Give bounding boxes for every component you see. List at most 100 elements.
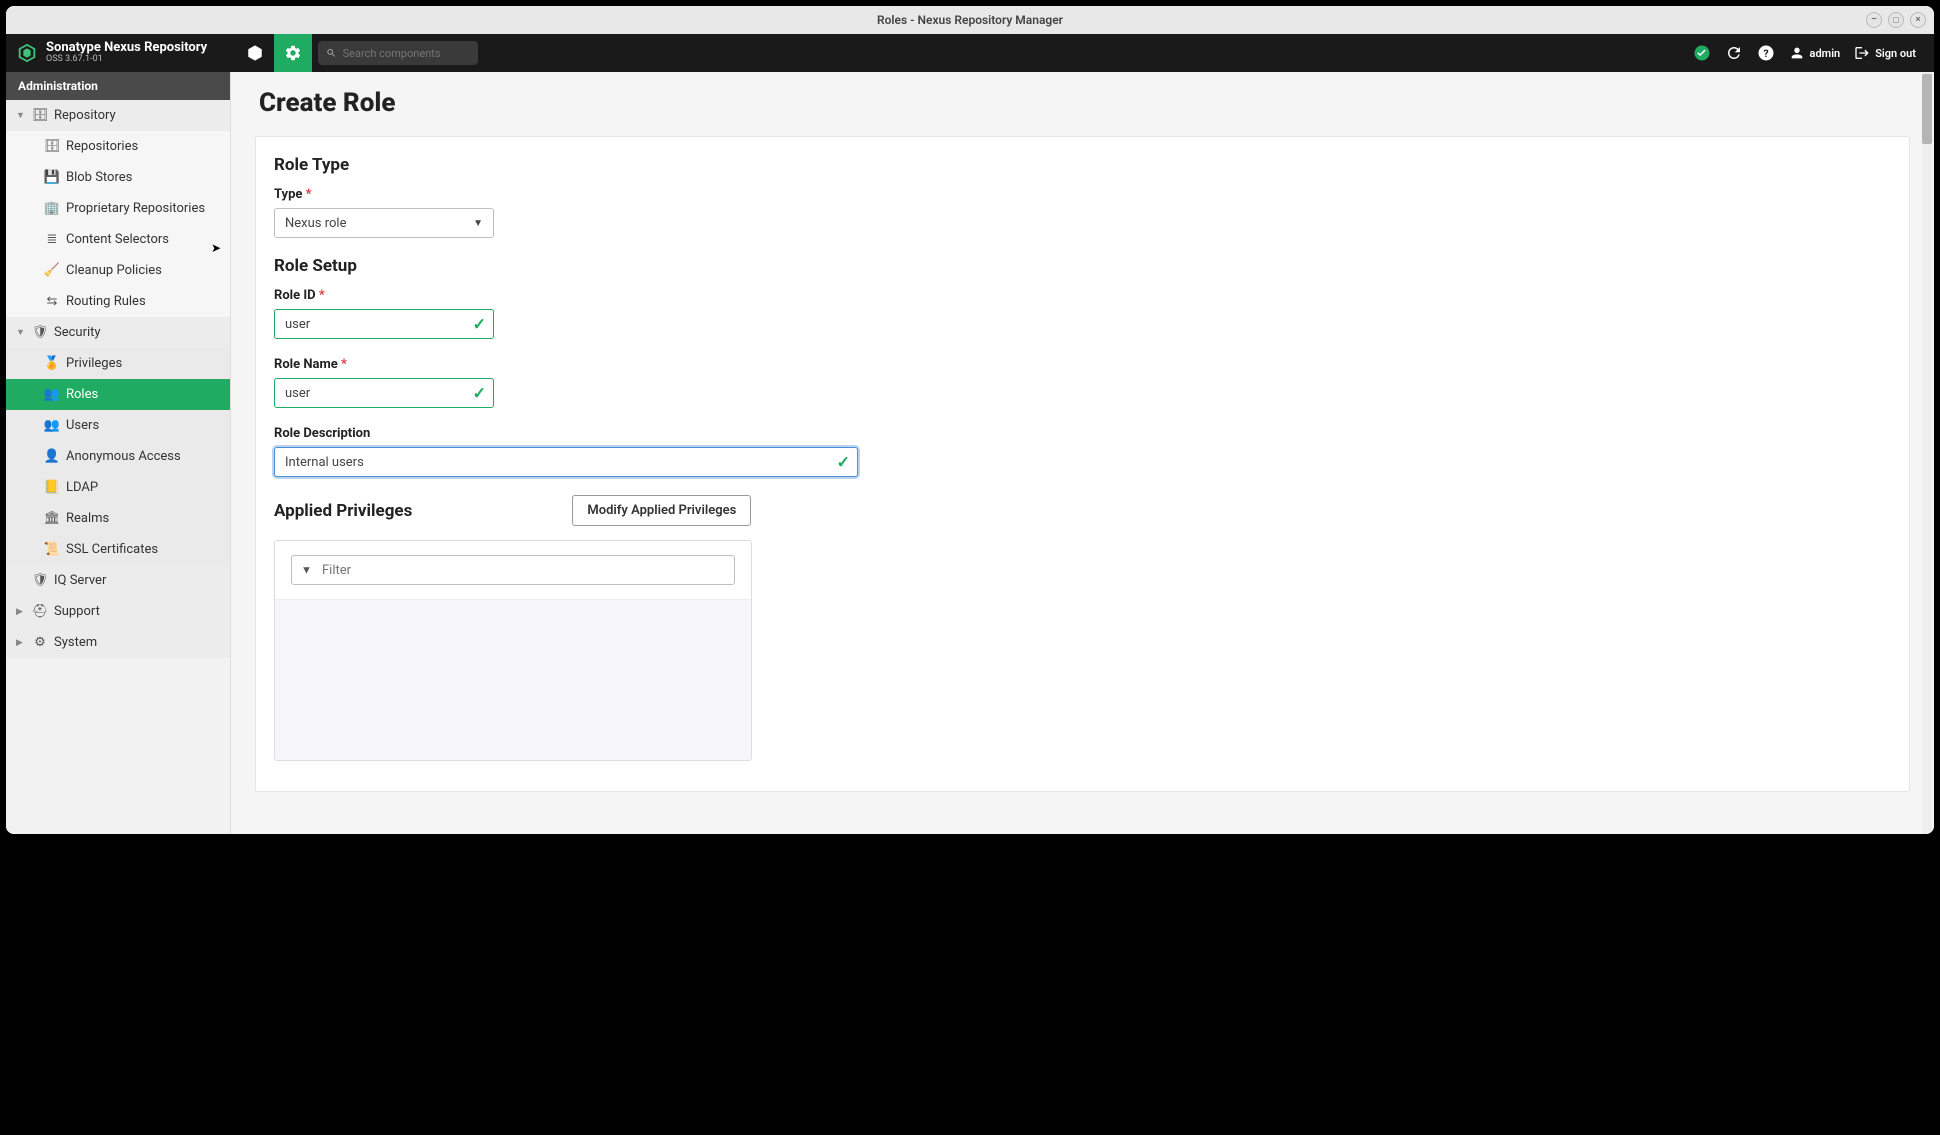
- user-icon: [1789, 45, 1805, 61]
- sidebar-item-realms[interactable]: 🏛 Realms: [6, 503, 230, 534]
- browse-icon[interactable]: [236, 34, 274, 72]
- chevron-down-icon: ▼: [16, 110, 26, 121]
- sidebar-item-label: SSL Certificates: [66, 542, 158, 557]
- role-name-input[interactable]: [274, 378, 494, 408]
- sidebar-item-label: Repositories: [66, 139, 138, 154]
- users-icon: 👥: [44, 418, 60, 433]
- role-setup-heading: Role Setup: [274, 256, 1891, 276]
- chevron-down-icon: ▼: [16, 327, 26, 338]
- sidebar-item-label: Support: [54, 604, 100, 619]
- titlebar: Roles - Nexus Repository Manager – □ ×: [6, 6, 1934, 34]
- help-icon[interactable]: ?: [1757, 44, 1775, 62]
- sidebar-item-cleanup[interactable]: 🧹 Cleanup Policies: [6, 255, 230, 286]
- book-icon: 📒: [44, 480, 60, 495]
- drive-icon: 💾: [44, 170, 60, 185]
- sidebar-item-iqserver[interactable]: 🛡 IQ Server: [6, 565, 230, 596]
- topbar: Sonatype Nexus Repository OSS 3.67.1-01 …: [6, 34, 1934, 72]
- sidebar-item-blobstores[interactable]: 💾Blob Stores: [6, 162, 230, 193]
- close-button[interactable]: ×: [1910, 12, 1926, 28]
- castle-icon: 🏛: [44, 511, 60, 526]
- sidebar-item-label: Cleanup Policies: [66, 263, 162, 278]
- username-label: admin: [1810, 47, 1841, 60]
- sidebar-item-contentselectors[interactable]: ≣Content Selectors: [6, 224, 230, 255]
- window-title: Roles - Nexus Repository Manager: [877, 13, 1063, 27]
- sidebar-item-label: Anonymous Access: [66, 449, 181, 464]
- check-icon: ✓: [473, 384, 486, 403]
- sidebar-item-privileges[interactable]: 🏅 Privileges: [6, 348, 230, 379]
- type-select[interactable]: Nexus role ▼: [274, 208, 494, 238]
- sidebar-item-routing[interactable]: ⇆ Routing Rules: [6, 286, 230, 317]
- sidebar-item-label: Security: [54, 325, 101, 340]
- sidebar-item-label: LDAP: [66, 480, 98, 495]
- sidebar-item-ldap[interactable]: 📒 LDAP: [6, 472, 230, 503]
- lifebuoy-icon: ⛑: [32, 604, 48, 619]
- signout-button[interactable]: Sign out: [1854, 45, 1916, 61]
- sidebar-item-security[interactable]: ▼ 🛡 Security: [6, 317, 230, 348]
- sidebar-item-users[interactable]: 👥 Users: [6, 410, 230, 441]
- refresh-icon[interactable]: [1725, 44, 1743, 62]
- sidebar-header: Administration: [6, 72, 230, 100]
- certificate-icon: 📜: [44, 542, 60, 557]
- cylinder-icon: 🗄: [32, 108, 48, 123]
- privileges-panel: ▼: [274, 540, 752, 761]
- filter-icon: ▼: [301, 564, 312, 577]
- users-icon: 👥: [44, 387, 60, 402]
- cylinder-icon: 🗄: [44, 139, 60, 154]
- user-menu[interactable]: admin: [1789, 45, 1841, 61]
- signpost-icon: ⇆: [44, 294, 60, 309]
- sidebar-item-system[interactable]: ▶ ⚙ System: [6, 627, 230, 658]
- role-id-label: Role ID *: [274, 288, 1891, 303]
- check-icon: ✓: [473, 315, 486, 334]
- gear-icon: ⚙: [32, 635, 48, 650]
- scrollbar-thumb[interactable]: [1922, 74, 1932, 144]
- role-name-label: Role Name *: [274, 357, 1891, 372]
- signout-label: Sign out: [1875, 47, 1916, 60]
- sidebar-item-label: IQ Server: [54, 573, 106, 588]
- role-description-input[interactable]: [274, 447, 858, 477]
- role-description-label: Role Description: [274, 426, 1891, 441]
- building-icon: 🏢: [44, 201, 60, 216]
- sidebar-item-label: Routing Rules: [66, 294, 146, 309]
- brand-version: OSS 3.67.1-01: [46, 55, 207, 65]
- modify-privileges-button[interactable]: Modify Applied Privileges: [572, 495, 751, 526]
- maximize-button[interactable]: □: [1888, 12, 1904, 28]
- sidebar-item-repositories[interactable]: 🗄 Repositories: [6, 131, 230, 162]
- check-icon: ✓: [837, 453, 850, 472]
- search-input[interactable]: [343, 47, 470, 60]
- sidebar-item-label: Realms: [66, 511, 109, 526]
- shield-icon: 🛡: [32, 573, 48, 588]
- status-ok-icon[interactable]: [1693, 44, 1711, 62]
- privilege-filter-input[interactable]: [291, 555, 735, 585]
- sidebar-item-support[interactable]: ▶ ⛑ Support: [6, 596, 230, 627]
- sidebar-item-ssl[interactable]: 📜 SSL Certificates: [6, 534, 230, 565]
- brush-icon: 🧹: [44, 263, 60, 278]
- sidebar-item-roles[interactable]: 👥Roles: [6, 379, 230, 410]
- main-content: Create Role Role Type Type * Nexus role …: [231, 72, 1934, 834]
- sidebar-item-label: Users: [66, 418, 99, 433]
- applied-privileges-heading: Applied Privileges: [274, 501, 412, 521]
- sidebar-item-anonymous[interactable]: 👤 Anonymous Access: [6, 441, 230, 472]
- chevron-right-icon: ▶: [16, 638, 26, 648]
- sidebar-item-repository[interactable]: ▼ 🗄 Repository: [6, 100, 230, 131]
- sidebar-item-proprietary[interactable]: 🏢Proprietary Repositories: [6, 193, 230, 224]
- role-id-input[interactable]: [274, 309, 494, 339]
- privilege-list: [275, 600, 751, 760]
- form-panel: Role Type Type * Nexus role ▼ Role Setup…: [255, 136, 1910, 792]
- brand-logo-icon: [16, 42, 38, 64]
- type-label: Type *: [274, 187, 1891, 202]
- minimize-button[interactable]: –: [1866, 12, 1882, 28]
- sidebar-item-label: Privileges: [66, 356, 122, 371]
- type-value: Nexus role: [285, 216, 346, 231]
- scrollbar[interactable]: [1922, 72, 1932, 834]
- brand-title: Sonatype Nexus Repository: [46, 41, 207, 55]
- sidebar: Administration ▼ 🗄 Repository 🗄 Repositor…: [6, 72, 231, 834]
- svg-text:?: ?: [1763, 47, 1768, 60]
- page-title: Create Role: [231, 72, 1934, 136]
- badge-icon: 🏅: [44, 356, 60, 371]
- search-icon: [326, 47, 337, 59]
- shield-icon: 🛡: [32, 325, 48, 340]
- admin-icon[interactable]: [274, 34, 312, 72]
- user-icon: 👤: [44, 449, 60, 464]
- search-box[interactable]: [318, 41, 478, 65]
- chevron-right-icon: ▶: [16, 607, 26, 617]
